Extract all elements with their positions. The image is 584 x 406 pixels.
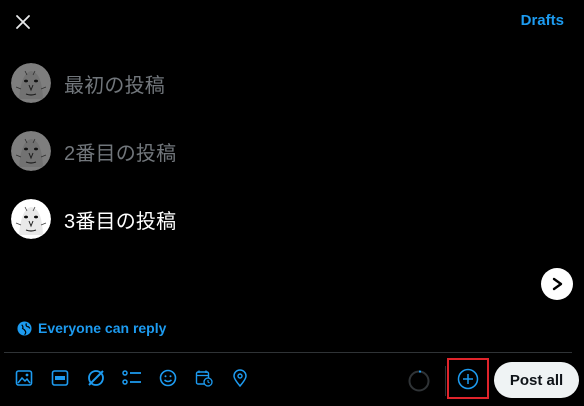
poll-icon	[122, 370, 141, 385]
toolbar-separator	[445, 366, 446, 396]
globe-icon	[17, 320, 32, 336]
emoji-icon	[159, 369, 177, 387]
play-arrow-icon	[552, 277, 563, 291]
poll-button[interactable]	[122, 368, 142, 388]
media-button[interactable]	[14, 368, 34, 388]
floating-action-button[interactable]	[541, 268, 573, 300]
reply-setting[interactable]: Everyone can reply	[17, 318, 166, 338]
location-icon	[233, 369, 247, 387]
add-post-button[interactable]	[447, 358, 489, 399]
drafts-button[interactable]: Drafts	[521, 12, 564, 29]
compose-toolbar: Post all	[0, 356, 584, 406]
gif-icon	[51, 370, 69, 386]
thread-post-1[interactable]: 最初の投稿	[11, 63, 531, 103]
reply-setting-label: Everyone can reply	[38, 320, 167, 336]
thread-post-3[interactable]: 3番目の投稿	[11, 199, 531, 239]
post-text[interactable]: 2番目の投稿	[64, 137, 176, 166]
grok-button[interactable]	[86, 368, 106, 388]
grok-icon	[88, 370, 104, 386]
close-button[interactable]	[10, 9, 36, 35]
thread-post-2[interactable]: 2番目の投稿	[11, 131, 531, 171]
post-text[interactable]: 最初の投稿	[64, 69, 165, 98]
avatar	[11, 63, 51, 103]
schedule-icon	[195, 370, 213, 387]
emoji-button[interactable]	[158, 368, 178, 388]
divider	[4, 352, 572, 353]
add-post-icon	[457, 368, 479, 389]
compose-header: Drafts	[0, 0, 584, 44]
post-all-button[interactable]: Post all	[494, 362, 579, 398]
close-icon	[16, 15, 30, 29]
character-count-ring	[408, 370, 430, 392]
avatar	[11, 199, 51, 239]
avatar	[11, 131, 51, 171]
gif-button[interactable]	[50, 368, 70, 388]
schedule-button[interactable]	[194, 368, 214, 388]
location-button[interactable]	[230, 368, 250, 388]
post-text[interactable]: 3番目の投稿	[64, 205, 176, 234]
image-icon	[15, 370, 33, 386]
